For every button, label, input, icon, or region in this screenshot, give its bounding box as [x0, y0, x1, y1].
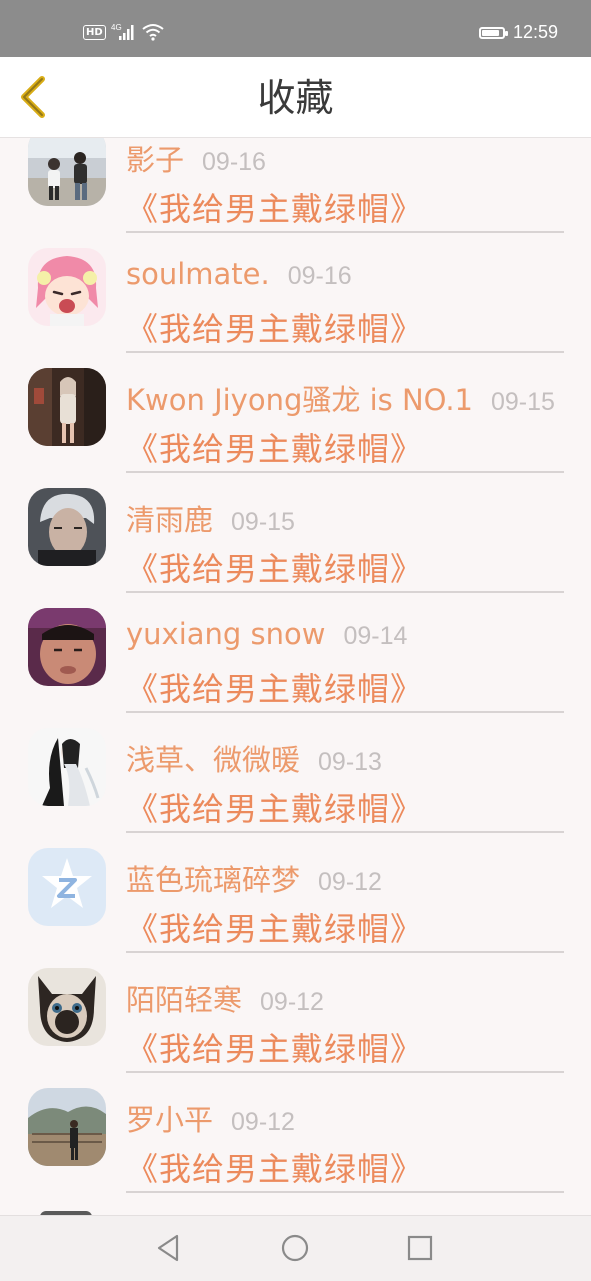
divider: [126, 591, 564, 593]
username: 蓝色琉璃碎梦: [126, 863, 301, 897]
divider: [126, 951, 564, 953]
username: 陌陌轻寒: [126, 983, 243, 1017]
avatar[interactable]: [28, 968, 106, 1046]
divider: [126, 1191, 564, 1193]
avatar[interactable]: [28, 1088, 106, 1166]
date: 09-15: [231, 508, 295, 536]
avatar[interactable]: [28, 137, 106, 206]
divider: [126, 711, 564, 713]
date: 09-12: [231, 1108, 295, 1136]
hd-icon: HD: [83, 24, 106, 40]
item-header: 清雨鹿 09-15: [126, 497, 295, 537]
date: 09-12: [260, 988, 324, 1016]
list-item[interactable]: 陌陌轻寒 09-12 《我给男主戴绿帽》: [0, 960, 591, 1080]
book-title[interactable]: 《我给男主戴绿帽》: [126, 184, 423, 230]
book-title[interactable]: 《我给男主戴绿帽》: [126, 304, 423, 350]
list-item[interactable]: 浅草、微微暖 09-13 《我给男主戴绿帽》: [0, 720, 591, 840]
avatar[interactable]: [28, 728, 106, 806]
nav-home-button[interactable]: [279, 1232, 311, 1264]
navigation-bar: [0, 1215, 591, 1281]
avatar[interactable]: [28, 488, 106, 566]
item-header: 罗小平 09-12: [126, 1097, 295, 1137]
list-item[interactable]: Kwon Jiyong骚龙 is NO.1 09-15 《我给男主戴绿帽》: [0, 360, 591, 480]
item-header: yuxiang snow 09-14: [126, 617, 407, 657]
nav-back-button[interactable]: [153, 1232, 185, 1264]
item-header: 蓝色琉璃碎梦 09-12: [126, 857, 382, 897]
avatar[interactable]: [28, 608, 106, 686]
username: yuxiang snow: [126, 617, 326, 651]
date: 09-12: [318, 868, 382, 896]
svg-text:4G: 4G: [111, 23, 122, 32]
square-recents-icon: [407, 1235, 433, 1261]
username: soulmate.: [126, 257, 270, 291]
date: 09-16: [202, 148, 266, 176]
battery-icon: [478, 26, 508, 39]
status-icons-left: HD 4G: [83, 22, 164, 42]
triangle-back-icon: [157, 1234, 179, 1262]
item-header: Kwon Jiyong骚龙 is NO.1 09-15: [126, 377, 555, 417]
book-title[interactable]: 《我给男主戴绿帽》: [126, 1024, 423, 1070]
date: 09-16: [287, 262, 352, 290]
status-icons-right: 12:59: [478, 22, 558, 43]
avatar[interactable]: [28, 248, 106, 326]
item-header: 陌陌轻寒 09-12: [126, 977, 324, 1017]
divider: [126, 471, 564, 473]
date: 09-15: [491, 388, 555, 416]
book-title[interactable]: 《我给男主戴绿帽》: [126, 784, 423, 830]
favorites-list[interactable]: 影子 09-16 《我给男主戴绿帽》 soulmate. 09-16 《我给男主…: [0, 137, 591, 1215]
username: 影子: [126, 143, 185, 177]
book-title[interactable]: 《我给男主戴绿帽》: [126, 1144, 423, 1190]
circle-home-icon: [281, 1234, 309, 1262]
username: 罗小平: [126, 1103, 214, 1137]
avatar[interactable]: [28, 368, 106, 446]
username: 浅草、微微暖: [126, 743, 301, 777]
username: Kwon Jiyong骚龙 is NO.1: [126, 383, 473, 417]
wifi-icon: [142, 24, 164, 41]
list-item[interactable]: 蓝色琉璃碎梦 09-12 《我给男主戴绿帽》: [0, 840, 591, 960]
list-item[interactable]: 清雨鹿 09-15 《我给男主戴绿帽》: [0, 480, 591, 600]
avatar[interactable]: [28, 848, 106, 926]
clock: 12:59: [512, 22, 558, 42]
divider: [126, 1071, 564, 1073]
date: 09-13: [318, 748, 382, 776]
item-header: 影子 09-16: [126, 137, 266, 177]
divider: [126, 231, 564, 233]
date: 09-14: [343, 622, 408, 650]
book-title[interactable]: 《我给男主戴绿帽》: [126, 904, 423, 950]
list-item[interactable]: yuxiang snow 09-14 《我给男主戴绿帽》: [0, 600, 591, 720]
book-title[interactable]: 《我给男主戴绿帽》: [126, 664, 423, 710]
status-bar: HD 4G 12:59: [0, 0, 591, 57]
book-title[interactable]: 《我给男主戴绿帽》: [126, 424, 423, 470]
divider: [126, 351, 564, 353]
nav-recents-button[interactable]: [404, 1232, 436, 1264]
item-header: soulmate. 09-16: [126, 257, 352, 297]
list-item[interactable]: 影子 09-16 《我给男主戴绿帽》: [0, 137, 591, 240]
item-header: 浅草、微微暖 09-13: [126, 737, 382, 777]
title-bar: 收藏: [0, 57, 591, 138]
list-item[interactable]: 罗小平 09-12 《我给男主戴绿帽》: [0, 1080, 591, 1200]
book-title[interactable]: 《我给男主戴绿帽》: [126, 544, 423, 590]
signal-icon: 4G: [111, 23, 134, 40]
list-item[interactable]: soulmate. 09-16 《我给男主戴绿帽》: [0, 240, 591, 360]
username: 清雨鹿: [126, 503, 214, 537]
page-title: 收藏: [257, 76, 334, 120]
divider: [126, 831, 564, 833]
